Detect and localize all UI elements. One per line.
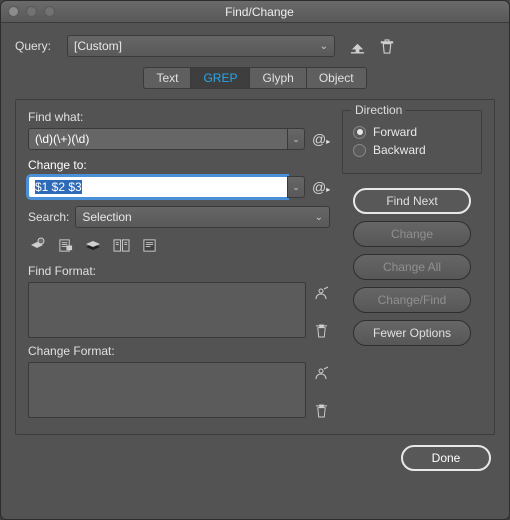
direction-label: Direction bbox=[351, 103, 406, 117]
find-what-input[interactable] bbox=[28, 128, 287, 150]
find-change-window: Find/Change Query: [Custom] ⌄ Text GREP … bbox=[0, 0, 510, 520]
direction-backward[interactable]: Backward bbox=[353, 143, 471, 157]
tab-glyph[interactable]: Glyph bbox=[249, 67, 305, 89]
change-to-label: Change to: bbox=[28, 158, 330, 172]
search-scope-select[interactable]: Selection ⌄ bbox=[75, 206, 330, 228]
master-pages-icon[interactable] bbox=[112, 236, 130, 254]
find-format-label: Find Format: bbox=[28, 264, 330, 278]
radio-off-icon bbox=[353, 144, 366, 157]
change-to-input[interactable] bbox=[28, 176, 287, 198]
query-select[interactable]: [Custom] ⌄ bbox=[67, 35, 335, 57]
titlebar: Find/Change bbox=[1, 1, 509, 23]
locked-stories-icon[interactable] bbox=[56, 236, 74, 254]
special-char-change-icon[interactable]: @▸ bbox=[312, 179, 330, 195]
tabs: Text GREP Glyph Object bbox=[15, 67, 495, 89]
hidden-layers-icon[interactable] bbox=[84, 236, 102, 254]
change-to-dropdown[interactable]: ⌄ bbox=[287, 176, 305, 198]
chevron-down-icon: ⌄ bbox=[315, 212, 323, 223]
specify-find-format-icon[interactable] bbox=[313, 286, 329, 302]
change-find-button[interactable]: Change/Find bbox=[353, 287, 471, 313]
tab-grep[interactable]: GREP bbox=[190, 67, 249, 89]
delete-query-icon[interactable] bbox=[379, 38, 395, 54]
specify-change-format-icon[interactable] bbox=[313, 366, 329, 382]
direction-forward[interactable]: Forward bbox=[353, 125, 471, 139]
direction-group: Direction Forward Backward bbox=[342, 110, 482, 174]
clear-change-format-icon[interactable] bbox=[313, 402, 329, 418]
tab-object[interactable]: Object bbox=[306, 67, 367, 89]
change-format-label: Change Format: bbox=[28, 344, 330, 358]
query-label: Query: bbox=[15, 39, 67, 53]
window-title: Find/Change bbox=[17, 5, 502, 19]
find-next-button[interactable]: Find Next bbox=[353, 188, 471, 214]
find-what-dropdown[interactable]: ⌄ bbox=[287, 128, 305, 150]
change-button[interactable]: Change bbox=[353, 221, 471, 247]
footnotes-icon[interactable] bbox=[140, 236, 158, 254]
change-all-button[interactable]: Change All bbox=[353, 254, 471, 280]
save-query-icon[interactable] bbox=[349, 38, 365, 54]
find-what-label: Find what: bbox=[28, 110, 330, 124]
clear-find-format-icon[interactable] bbox=[313, 322, 329, 338]
locked-layers-icon[interactable] bbox=[28, 236, 46, 254]
tab-text[interactable]: Text bbox=[143, 67, 190, 89]
find-format-box[interactable] bbox=[28, 282, 306, 338]
done-button[interactable]: Done bbox=[401, 445, 491, 471]
search-label: Search: bbox=[28, 210, 69, 224]
chevron-down-icon: ⌄ bbox=[320, 41, 328, 52]
fewer-options-button[interactable]: Fewer Options bbox=[353, 320, 471, 346]
radio-on-icon bbox=[353, 126, 366, 139]
change-format-box[interactable] bbox=[28, 362, 306, 418]
special-char-find-icon[interactable]: @▸ bbox=[312, 131, 330, 147]
